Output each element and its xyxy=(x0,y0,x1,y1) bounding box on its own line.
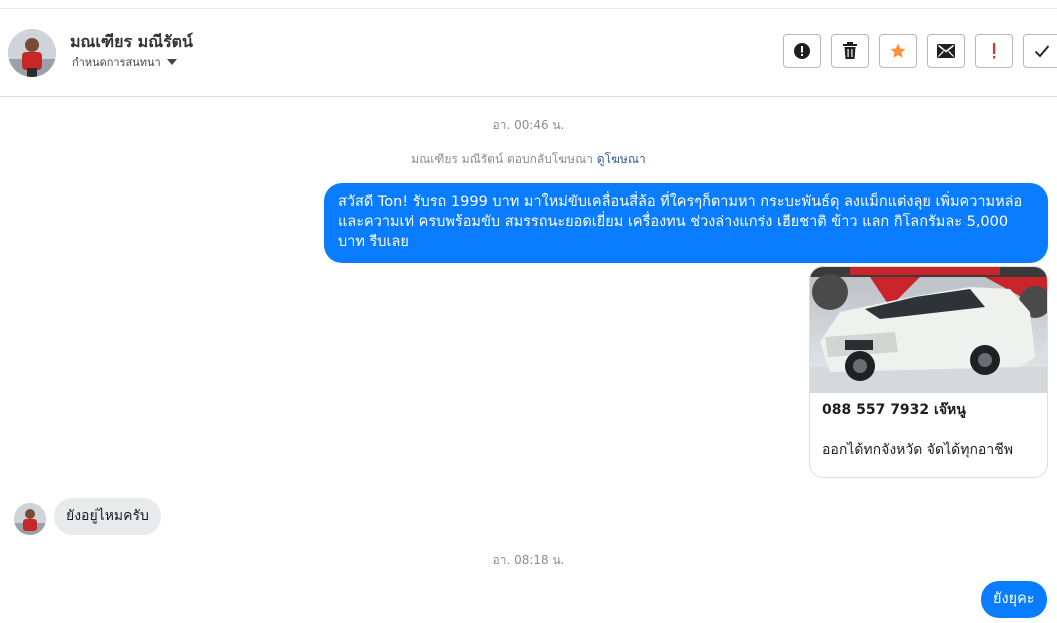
conversation-menu-dropdown[interactable]: กำหนดการสนทนา xyxy=(72,53,177,71)
ad-title: 088 557 7932 เจ๊หนู xyxy=(822,402,966,418)
ad-image xyxy=(810,267,1047,393)
conversation-menu-label: กำหนดการสนทนา xyxy=(72,56,161,69)
mail-icon xyxy=(937,44,955,58)
outgoing-message: สวัสดี Ton! รับรถ 1999 บาท มาใหม่ขับเคลื… xyxy=(324,183,1048,263)
contact-avatar[interactable] xyxy=(8,29,56,77)
incoming-message: ยังอยู่ไหมครับ xyxy=(54,498,161,535)
ad-card[interactable]: 088 557 7932 เจ๊หนู ออกได้ทกจังหวัด จัดไ… xyxy=(809,266,1048,478)
caret-down-icon xyxy=(166,59,177,65)
mark-done-button[interactable] xyxy=(1023,34,1057,68)
timestamp: อา. 08:18 น. xyxy=(492,553,565,567)
trash-icon xyxy=(842,42,858,60)
star-button[interactable] xyxy=(879,34,917,68)
ad-reply-text: มณเฑียร มณีรัตน์ ตอบกลับโฆษณา xyxy=(411,152,593,166)
star-icon xyxy=(889,42,907,60)
ad-reply-notice: มณเฑียร มณีรัตน์ ตอบกลับโฆษณา ดูโฆษณา xyxy=(0,150,1057,169)
exclamation-icon xyxy=(991,42,997,60)
check-icon xyxy=(1034,44,1050,58)
report-button[interactable] xyxy=(783,34,821,68)
contact-name: มณเฑียร มณีรัตน์ xyxy=(70,32,193,51)
timestamp: อา. 00:46 น. xyxy=(492,118,565,132)
alert-circle-icon xyxy=(793,42,811,60)
contact-avatar-small[interactable] xyxy=(14,503,46,535)
delete-button[interactable] xyxy=(831,34,869,68)
conversation-header: มณเฑียร มณีรัตน์ กำหนดการสนทนา xyxy=(0,9,1057,97)
view-ad-link[interactable]: ดูโฆษณา xyxy=(597,152,646,166)
mark-important-button[interactable] xyxy=(975,34,1013,68)
mark-unread-button[interactable] xyxy=(927,34,965,68)
ad-description: ออกได้ทกจังหวัด จัดได้ทุกอาชีพ xyxy=(822,442,1013,458)
top-divider xyxy=(0,0,1057,9)
outgoing-message: ยังยุคะ xyxy=(981,581,1047,618)
